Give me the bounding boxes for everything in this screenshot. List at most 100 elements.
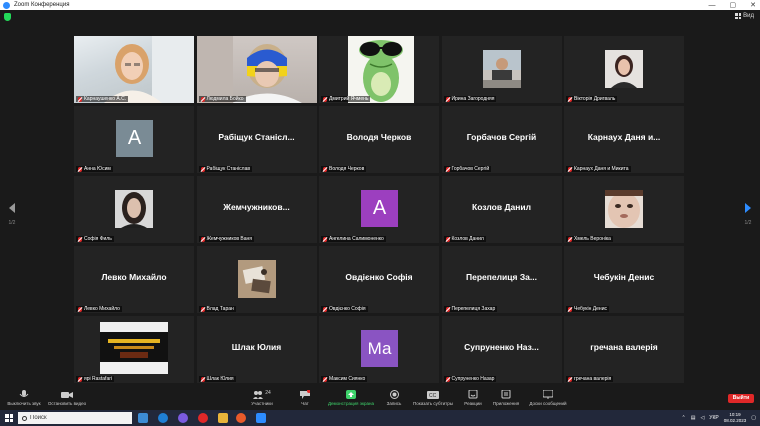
zoom-taskbar-icon[interactable]: [256, 413, 266, 423]
close-icon[interactable]: ✕: [750, 1, 756, 9]
participant-display-name: Левко Михайло: [101, 272, 167, 282]
volume-icon[interactable]: ◁: [700, 415, 704, 421]
participant-avatar-image: [348, 36, 414, 103]
whiteboards-button[interactable]: Доски сообщений: [526, 390, 570, 406]
gallery-grid: Карнаушенко А.С. Людмила Бойко Дмитрий Я…: [74, 36, 684, 384]
windows-taskbar: ⌃ ▤ ◁ УКР 10:19 08.02.2023 ▢: [0, 410, 760, 426]
profile-photo-image: [237, 260, 276, 298]
participant-tile[interactable]: Перепелиця За... Перепелиця Захар: [441, 246, 562, 313]
network-icon[interactable]: ▤: [691, 415, 696, 421]
taskview-icon[interactable]: [138, 413, 148, 423]
participant-name: Хмель Вероніка: [574, 236, 611, 242]
participant-name: Жемчужников Ваня: [206, 236, 253, 242]
stop-video-button[interactable]: Остановить видео: [46, 390, 88, 406]
mic-muted-icon: [445, 306, 450, 312]
participant-tile[interactable]: Левко Михайло Левко Михайло: [74, 246, 194, 313]
participant-tile[interactable]: Софія Филь: [74, 176, 194, 243]
search-input[interactable]: [30, 415, 120, 421]
next-page-button[interactable]: 1/2: [740, 200, 756, 226]
participant-tile[interactable]: Дмитрий Ячмень: [319, 36, 439, 103]
previous-page-button[interactable]: 1/2: [4, 200, 20, 226]
maximize-icon[interactable]: ▢: [730, 1, 737, 9]
participant-tile[interactable]: Хмель Вероніка: [564, 176, 684, 243]
participant-tile[interactable]: Супруненко Наз... Супруненко Назар: [441, 316, 562, 383]
reactions-label: Реакции: [464, 401, 482, 406]
participant-caption: Чебукін Денис: [566, 306, 609, 312]
notifications-icon[interactable]: ▢: [751, 415, 756, 421]
file-explorer-icon[interactable]: [218, 413, 228, 423]
stop-video-label: Остановить видео: [47, 401, 87, 406]
share-screen-button[interactable]: Демонстрация экрана: [326, 390, 376, 406]
participant-tile[interactable]: Горбачов Сергій Горбачов Сергій: [441, 106, 562, 173]
reactions-button[interactable]: Реакции: [462, 390, 484, 406]
apps-button[interactable]: Приложения: [490, 390, 522, 406]
participant-tile[interactable]: А Анна Юсим: [74, 106, 194, 173]
meeting-top-strip: Вид: [0, 10, 760, 24]
participant-display-name: Карнаух Даня и...: [587, 132, 661, 142]
page-number-left: 1/2: [8, 220, 16, 226]
participant-caption: Людмила Бойко: [198, 96, 246, 102]
participant-profile-photo: [100, 322, 168, 374]
record-label: Запись: [386, 401, 402, 406]
tray-chevron-icon[interactable]: ⌃: [682, 415, 686, 421]
mic-muted-icon: [200, 236, 205, 242]
participant-tile[interactable]: Рабіщук Станісл... Рабіщук Станіслав: [196, 106, 317, 173]
svg-text:CC: CC: [429, 393, 437, 399]
chat-button[interactable]: Чат: [296, 390, 314, 406]
security-shield-icon[interactable]: [4, 13, 11, 21]
leave-meeting-button[interactable]: Выйти: [728, 394, 754, 403]
participant-name: Людмила Бойко: [206, 96, 244, 102]
participant-caption: Анна Юсим: [76, 166, 113, 172]
mic-muted-icon: [445, 96, 450, 102]
search-icon: [22, 415, 27, 421]
participant-caption: Влад Таран: [198, 306, 236, 312]
participant-caption: гречана валерія: [566, 376, 614, 382]
mic-muted-icon: [445, 376, 450, 382]
participant-tile[interactable]: Жемчужников... Жемчужников Ваня: [196, 176, 317, 243]
participant-tile[interactable]: Карнаух Даня и... Карнаух Даня и Микита: [564, 106, 684, 173]
windows-start-icon[interactable]: [5, 414, 13, 422]
participant-caption: Супруненко Назар: [443, 376, 497, 382]
participant-tile[interactable]: ярі Rastafari: [74, 316, 194, 383]
taskbar-search[interactable]: [18, 412, 132, 424]
taskbar-clock[interactable]: 10:19 08.02.2023: [724, 412, 747, 424]
viber-icon[interactable]: [178, 413, 188, 423]
captions-button[interactable]: CC Показать субтитры: [412, 390, 454, 406]
view-button[interactable]: Вид: [735, 13, 754, 19]
keyboard-language[interactable]: УКР: [709, 415, 718, 421]
participant-tile[interactable]: Ирина Загородняя: [441, 36, 562, 103]
participant-tile[interactable]: Чебукін Денис Чебукін Денис: [564, 246, 684, 313]
record-icon: [389, 390, 399, 399]
participant-tile[interactable]: А Ангелина Салимоненко: [319, 176, 439, 243]
participant-profile-photo: [482, 50, 521, 88]
participant-tile[interactable]: Карнаушенко А.С.: [74, 36, 194, 103]
record-button[interactable]: Запись: [384, 390, 404, 406]
participant-tile[interactable]: Володя Черков Володя Черков: [319, 106, 439, 173]
opera-icon[interactable]: [198, 413, 208, 423]
participant-display-name: Чебукін Денис: [593, 272, 655, 282]
participant-name: Левко Михайло: [84, 306, 120, 312]
system-tray: ⌃ ▤ ◁ УКР 10:19 08.02.2023 ▢: [682, 412, 757, 424]
edge-browser-icon[interactable]: [158, 413, 168, 423]
participant-tile[interactable]: Овдієнко Софія Овдієнко Софія: [319, 246, 439, 313]
clock-date: 08.02.2023: [723, 418, 747, 423]
participant-name: Чебукін Денис: [574, 306, 607, 312]
mute-button[interactable]: Выключить звук: [4, 390, 44, 406]
participant-tile[interactable]: Влад Таран: [196, 246, 317, 313]
participant-name: Володя Черков: [329, 166, 365, 172]
participants-button[interactable]: 24 Участники: [248, 390, 276, 406]
participant-tile[interactable]: Ма Максим Сиянко: [319, 316, 439, 383]
participant-display-name: Рабіщук Станісл...: [218, 132, 295, 142]
participant-caption: Хмель Вероніка: [566, 236, 613, 242]
participant-tile[interactable]: Козлов Данил Козлов Данил: [441, 176, 562, 243]
participant-tile[interactable]: Людмила Бойко: [196, 36, 317, 103]
participant-tile[interactable]: Вікторія Дригваль: [564, 36, 684, 103]
mic-muted-icon: [568, 376, 572, 382]
participant-video: [74, 36, 194, 103]
participant-tile[interactable]: Шлак Юлия Шлак Юлия: [196, 316, 317, 383]
mic-muted-icon: [78, 236, 82, 242]
minimize-icon[interactable]: —: [709, 2, 716, 9]
participant-tile[interactable]: гречана валерія гречана валерія: [564, 316, 684, 383]
firefox-icon[interactable]: [236, 413, 246, 423]
closed-captions-icon: CC: [427, 391, 439, 399]
